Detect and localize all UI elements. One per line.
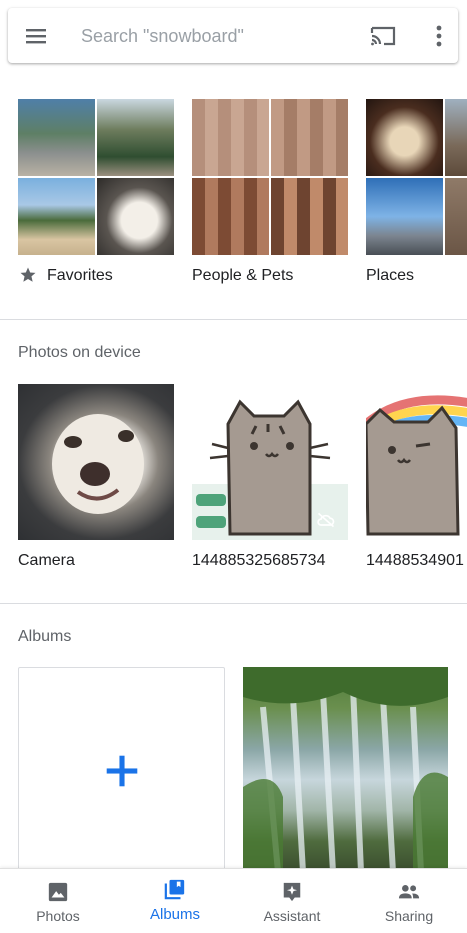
menu-icon[interactable] [24, 24, 48, 48]
folder-14488534901-label[interactable]: 14488534901 [366, 552, 464, 570]
albums-icon [164, 879, 185, 900]
pusheen-unicorn-image [366, 395, 467, 536]
nav-assistant[interactable]: Assistant [234, 869, 350, 933]
plus-icon [106, 755, 138, 787]
waterfall-image [243, 667, 448, 872]
search-bar[interactable]: Search "snowboard" [8, 8, 458, 63]
pusheen-unicorn-folder-thumbnail[interactable] [366, 384, 467, 540]
star-icon [20, 267, 36, 282]
more-options-icon[interactable] [427, 23, 451, 49]
section-divider [0, 603, 467, 604]
waterfall-album-thumbnail[interactable] [243, 667, 448, 872]
device-folders-row: Camera 144885325685734 14488534901 [0, 384, 467, 584]
nav-albums[interactable]: Albums [117, 869, 233, 933]
assistant-icon [283, 882, 301, 902]
places-thumbnail[interactable] [366, 99, 467, 255]
nav-photos-label: Photos [36, 908, 80, 924]
favorites-label[interactable]: Favorites [47, 267, 113, 285]
camera-folder-label[interactable]: Camera [18, 552, 75, 570]
pusheen-folder-thumbnail[interactable] [192, 384, 348, 540]
photos-on-device-title: Photos on device [18, 344, 141, 361]
nav-sharing[interactable]: Sharing [351, 869, 467, 933]
photo-icon [48, 882, 68, 902]
nav-assistant-label: Assistant [263, 908, 321, 924]
bottom-navigation: Photos Albums Assistant Sharing [0, 868, 467, 933]
nav-albums-label: Albums [149, 906, 201, 923]
dog-face-image [52, 414, 144, 514]
cast-icon[interactable] [369, 24, 397, 48]
camera-folder-thumbnail[interactable] [18, 384, 174, 540]
nav-sharing-label: Sharing [384, 908, 434, 924]
people-icon [398, 885, 420, 899]
favorites-thumbnail[interactable] [18, 99, 174, 255]
folder-144885325685734-label[interactable]: 144885325685734 [192, 552, 325, 570]
places-label[interactable]: Places [366, 267, 414, 285]
people-pets-label[interactable]: People & Pets [192, 267, 293, 285]
albums-title: Albums [18, 628, 72, 645]
category-row: Favorites People & Pets Places [0, 99, 467, 299]
people-pets-thumbnail[interactable] [192, 99, 348, 255]
create-album-button[interactable] [18, 667, 225, 874]
cloud-off-icon [317, 512, 335, 528]
nav-photos[interactable]: Photos [0, 869, 116, 933]
section-divider [0, 319, 467, 320]
search-input[interactable]: Search "snowboard" [81, 26, 244, 47]
